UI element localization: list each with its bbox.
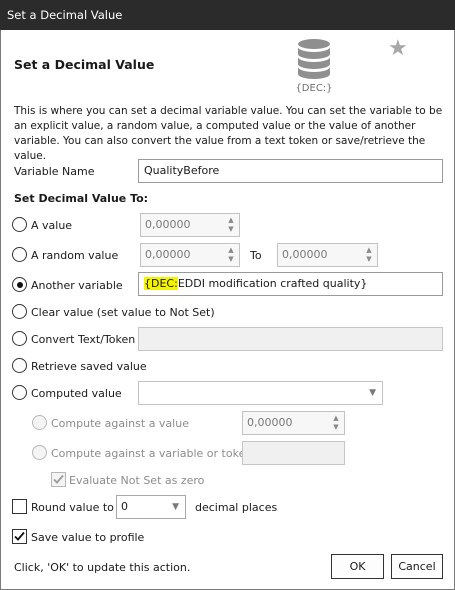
a-value-radio[interactable] <box>12 217 27 232</box>
computed-value-label: Computed value <box>31 387 122 400</box>
decimal-places-label: decimal places <box>195 501 278 514</box>
compute-against-variable-input[interactable] <box>242 441 345 465</box>
compute-against-value-spinner[interactable]: 0,00000 ▲ ▼ <box>242 411 345 435</box>
cancel-button[interactable]: Cancel <box>391 554 443 579</box>
save-to-profile-label: Save value to profile <box>31 531 145 544</box>
save-to-profile-checkbox[interactable] <box>12 529 27 544</box>
round-value-checkbox[interactable] <box>12 499 27 514</box>
retrieve-saved-label: Retrieve saved value <box>31 360 147 373</box>
another-variable-input[interactable]: {DEC:EDDI modification crafted quality} <box>138 272 443 296</box>
footer-hint: Click, 'OK' to update this action. <box>14 561 191 574</box>
spin-buttons[interactable]: ▲ ▼ <box>330 414 342 432</box>
description-text: This is where you can set a decimal vari… <box>14 105 443 162</box>
chevron-down-icon: ▼ <box>172 502 179 512</box>
spin-buttons[interactable]: ▲ ▼ <box>363 246 375 264</box>
variable-name-label: Variable Name <box>14 165 95 178</box>
a-value-spinner[interactable]: 0,00000 ▲ ▼ <box>140 213 240 237</box>
convert-text-radio[interactable] <box>12 331 27 346</box>
token-rest: EDDI modification crafted quality} <box>177 277 368 290</box>
set-to-label: Set Decimal Value To: <box>14 192 149 205</box>
a-random-value-radio[interactable] <box>12 247 27 262</box>
computed-value-radio[interactable] <box>12 385 27 400</box>
window-title: Set a Decimal Value <box>7 8 123 22</box>
round-decimals-value: 0 <box>121 500 128 513</box>
variable-name-input[interactable]: QualityBefore <box>138 159 443 183</box>
checkmark-icon <box>14 531 25 541</box>
compute-against-variable-label: Compute against a variable or token <box>51 447 253 460</box>
a-value-spinner-value: 0,00000 <box>145 218 191 231</box>
random-to-value: 0,00000 <box>282 248 328 261</box>
star-icon[interactable]: ★ <box>388 34 408 64</box>
round-value-label: Round value to <box>31 501 114 514</box>
convert-text-label: Convert Text/Token <box>31 333 136 346</box>
title-bar: Set a Decimal Value <box>0 0 455 30</box>
evaluate-not-set-label: Evaluate Not Set as zero <box>69 474 205 487</box>
round-decimals-dropdown[interactable]: 0 ▼ <box>116 495 186 519</box>
compute-against-variable-radio[interactable] <box>32 445 47 460</box>
a-value-label: A value <box>31 219 73 232</box>
database-icon-caption: {DEC:} <box>295 83 332 94</box>
database-icon: {DEC:} <box>291 38 337 94</box>
computed-value-dropdown[interactable]: ▼ <box>138 381 383 405</box>
retrieve-saved-radio[interactable] <box>12 358 27 373</box>
dialog-heading: Set a Decimal Value <box>14 57 155 72</box>
compute-against-value-label: Compute against a value <box>51 417 189 430</box>
spin-buttons[interactable]: ▲ ▼ <box>225 216 237 234</box>
random-from-spinner[interactable]: 0,00000 ▲ ▼ <box>140 243 240 267</box>
spin-buttons[interactable]: ▲ ▼ <box>225 246 237 264</box>
clear-value-label: Clear value (set value to Not Set) <box>31 306 215 319</box>
compute-against-value-value: 0,00000 <box>247 416 293 429</box>
evaluate-not-set-checkbox[interactable] <box>51 472 66 487</box>
radio-selected-dot <box>16 281 23 288</box>
a-random-value-label: A random value <box>31 249 119 262</box>
another-variable-label: Another variable <box>31 279 123 292</box>
checkmark-icon <box>53 474 64 484</box>
token-highlight: {DEC: <box>144 277 178 290</box>
random-to-spinner[interactable]: 0,00000 ▲ ▼ <box>277 243 378 267</box>
clear-value-radio[interactable] <box>12 304 27 319</box>
ok-button[interactable]: OK <box>331 554 384 579</box>
chevron-down-icon: ▼ <box>369 388 376 398</box>
another-variable-radio[interactable] <box>12 277 27 292</box>
random-to-label: To <box>250 249 262 262</box>
random-from-value: 0,00000 <box>145 248 191 261</box>
compute-against-value-radio[interactable] <box>32 415 47 430</box>
convert-text-input[interactable] <box>138 327 443 351</box>
